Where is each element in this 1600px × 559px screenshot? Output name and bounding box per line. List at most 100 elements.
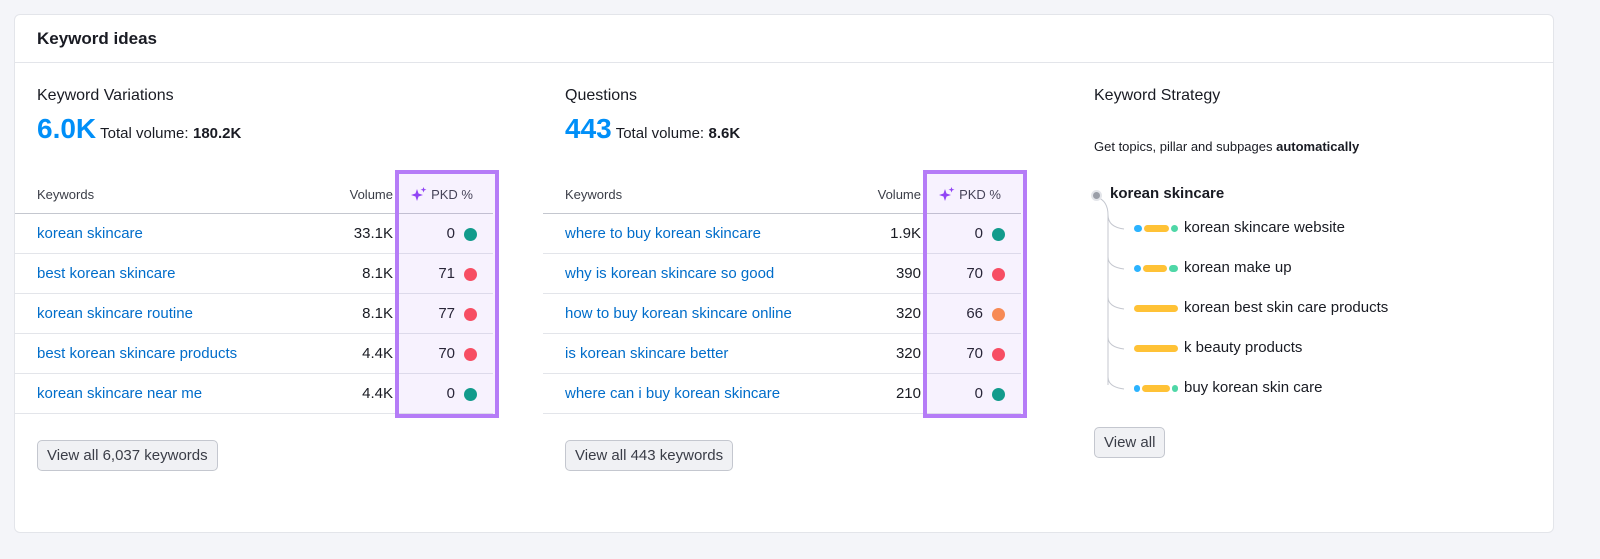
table-row: best korean skincare 8.1K 71: [15, 254, 493, 294]
summary: 6.0K Total volume: 180.2K: [37, 113, 241, 145]
volume-value: 33.1K: [353, 225, 393, 242]
keyword-link[interactable]: how to buy korean skincare online: [565, 305, 792, 322]
tree-root[interactable]: korean skincare: [1110, 185, 1224, 202]
view-all-strategy-button[interactable]: View all: [1094, 427, 1166, 458]
volume-value: 4.4K: [362, 345, 393, 362]
keyword-link[interactable]: korean skincare: [37, 225, 143, 242]
table-row: where to buy korean skincare 1.9K 0: [543, 214, 1021, 254]
volume-value: 4.4K: [362, 385, 393, 402]
table-row: why is korean skincare so good 390 70: [543, 254, 1021, 294]
keyword-link[interactable]: best korean skincare products: [37, 345, 237, 362]
table-row: korean skincare routine 8.1K 77: [15, 294, 493, 334]
pkd-label: PKD %: [431, 187, 473, 202]
difficulty-dot-icon: [992, 268, 1005, 281]
difficulty-dot-icon: [992, 228, 1005, 241]
header-keywords: Keywords: [565, 187, 623, 202]
tree-connectors: [1096, 196, 1125, 390]
intent-segment: [1143, 265, 1168, 272]
volume-value: 320: [895, 345, 921, 362]
intent-segment: [1172, 385, 1178, 392]
pkd-value: 71: [438, 265, 455, 282]
subtitle-bold: automatically: [1276, 139, 1360, 154]
header-volume[interactable]: Volume: [350, 187, 393, 202]
pkd-value: 66: [966, 305, 983, 322]
difficulty-dot-icon: [992, 388, 1005, 401]
pkd-label: PKD %: [959, 187, 1001, 202]
view-all-button[interactable]: View all 6,037 keywords: [37, 440, 218, 471]
difficulty-dot-icon: [464, 268, 477, 281]
intent-segment: [1134, 345, 1178, 352]
volume-value: 8.1K: [362, 305, 393, 322]
header-pkd[interactable]: PKD %: [411, 187, 473, 202]
volume-value: 1.9K: [890, 225, 921, 242]
table-row: best korean skincare products 4.4K 70: [15, 334, 493, 374]
intent-segment: [1134, 225, 1142, 232]
strategy-subtitle: Get topics, pillar and subpages automati…: [1094, 139, 1359, 154]
child-label: korean best skin care products: [1184, 299, 1389, 316]
keyword-ideas-card: Keyword ideas Keyword Variations 6.0K Tot…: [14, 14, 1554, 533]
intent-bar: [1134, 345, 1178, 352]
pkd-value: 70: [966, 265, 983, 282]
sparkle-icon: [411, 187, 427, 201]
root-node-icon: [1091, 190, 1102, 201]
child-label: korean make up: [1184, 259, 1292, 276]
table-row: korean skincare 33.1K 0: [15, 214, 493, 254]
difficulty-dot-icon: [464, 348, 477, 361]
difficulty-dot-icon: [464, 308, 477, 321]
keyword-link[interactable]: korean skincare near me: [37, 385, 202, 402]
sparkle-icon: [939, 187, 955, 201]
keyword-link[interactable]: why is korean skincare so good: [565, 265, 774, 282]
intent-segment: [1169, 265, 1178, 272]
header-keywords: Keywords: [37, 187, 95, 202]
keyword-link[interactable]: where can i buy korean skincare: [565, 385, 780, 402]
section-title: Questions: [565, 87, 638, 104]
header-volume[interactable]: Volume: [878, 187, 921, 202]
keyword-link[interactable]: where to buy korean skincare: [565, 225, 761, 242]
keyword-count: 6.0K: [37, 113, 97, 144]
intent-segment: [1134, 305, 1178, 312]
intent-segment: [1134, 385, 1140, 392]
keyword-link[interactable]: is korean skincare better: [565, 345, 728, 362]
volume-value: 210: [895, 385, 921, 402]
pkd-value: 0: [974, 225, 983, 242]
total-volume: 180.2K: [192, 125, 242, 142]
total-volume: 8.6K: [708, 125, 741, 142]
pkd-value: 70: [438, 345, 455, 362]
volume-value: 390: [895, 265, 921, 282]
keyword-tree: korean skincare korean skincare website k…: [1091, 185, 1494, 405]
child-label: korean skincare website: [1184, 219, 1345, 236]
intent-segment: [1144, 225, 1169, 232]
pkd-value: 0: [446, 385, 455, 402]
difficulty-dot-icon: [992, 308, 1005, 321]
total-volume-label: Total volume:: [615, 125, 705, 142]
difficulty-dot-icon: [464, 388, 477, 401]
intent-bar: [1134, 385, 1178, 392]
difficulty-dot-icon: [464, 228, 477, 241]
table-row: where can i buy korean skincare 210 0: [543, 374, 1021, 414]
keyword-link[interactable]: best korean skincare: [37, 265, 175, 282]
intent-bar: [1134, 305, 1178, 312]
child-label: buy korean skin care: [1184, 379, 1323, 396]
intent-segment: [1141, 385, 1171, 392]
header-pkd[interactable]: PKD %: [939, 187, 1001, 202]
subtitle-text: Get topics, pillar and subpages: [1094, 139, 1277, 154]
pkd-value: 77: [438, 305, 455, 322]
volume-value: 320: [895, 305, 921, 322]
divider: [15, 62, 1553, 63]
intent-bar: [1134, 265, 1178, 272]
volume-value: 8.1K: [362, 265, 393, 282]
keyword-link[interactable]: korean skincare routine: [37, 305, 193, 322]
section-title: Keyword Variations: [37, 87, 174, 104]
pkd-value: 70: [966, 345, 983, 362]
keyword-count: 443: [565, 113, 612, 144]
difficulty-dot-icon: [992, 348, 1005, 361]
table-header: Keywords Volume PKD %: [543, 174, 1021, 214]
pkd-value: 0: [446, 225, 455, 242]
section-title: Keyword Strategy: [1094, 87, 1221, 104]
intent-segment: [1170, 225, 1178, 232]
view-all-button[interactable]: View all 443 keywords: [565, 440, 734, 471]
total-volume-label: Total volume:: [100, 125, 189, 142]
table-row: how to buy korean skincare online 320 66: [543, 294, 1021, 334]
card-title: Keyword ideas: [37, 29, 157, 48]
intent-bar: [1134, 225, 1178, 232]
